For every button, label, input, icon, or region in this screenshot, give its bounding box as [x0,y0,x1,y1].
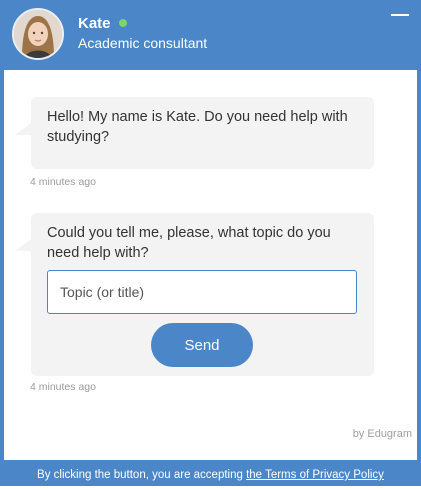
footer-consent: By clicking the button, you are acceptin… [0,460,421,486]
agent-avatar [12,8,64,60]
footer-text: By clicking the button, you are acceptin… [37,469,247,481]
agent-name: Kate [78,15,111,32]
send-button[interactable]: Send [151,323,253,367]
message-time: 4 minutes ago [30,381,96,393]
chat-widget: Kate Academic consultant Hello! My name … [0,0,421,486]
message-text: Could you tell me, please, what topic do… [47,225,331,261]
minimize-icon[interactable] [391,8,411,24]
chat-header: Kate Academic consultant [0,0,421,70]
online-status-icon [119,19,127,27]
privacy-policy-link[interactable]: the Terms of Privacy Policy [246,469,384,481]
topic-input[interactable] [47,270,357,314]
message-time: 4 minutes ago [30,176,96,188]
message-text: Hello! My name is Kate. Do you need help… [47,109,348,145]
message-bubble: Could you tell me, please, what topic do… [15,213,374,376]
message-bubble: Hello! My name is Kate. Do you need help… [15,97,374,169]
avatar-photo [14,10,62,58]
agent-role: Academic consultant [78,35,208,51]
bubble-tail [15,123,31,135]
bubble-tail [15,239,31,251]
chat-body: Hello! My name is Kate. Do you need help… [4,70,417,460]
branding-label: by Edugram [352,428,412,440]
